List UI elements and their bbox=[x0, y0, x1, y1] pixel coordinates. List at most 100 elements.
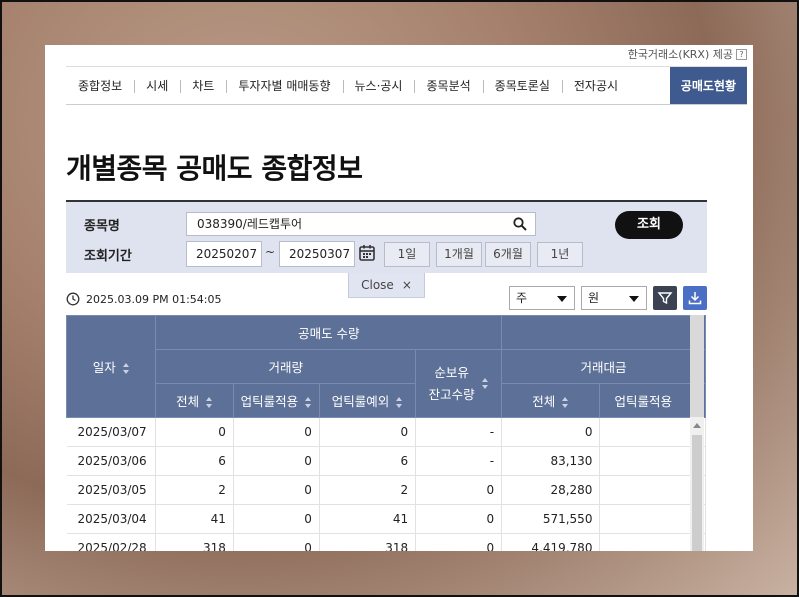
table-row: 2025/03/06 6 0 6 - 83,130 bbox=[66, 446, 706, 476]
cell-volume-exempt: 0 bbox=[319, 417, 417, 447]
cell-net-balance: - bbox=[415, 417, 503, 447]
net-balance-header[interactable]: 순보유 잔고수량 bbox=[415, 349, 503, 418]
cell-volume-total: 318 bbox=[155, 533, 234, 551]
cell-amount-total: 4,419,780 bbox=[501, 533, 601, 551]
trade-amount-group-header bbox=[501, 315, 706, 350]
period-1year-button[interactable]: 1년 bbox=[537, 242, 583, 267]
filter-button[interactable] bbox=[653, 286, 677, 310]
currency-unit-value: 원 bbox=[588, 291, 600, 305]
cell-volume-uptick: 0 bbox=[233, 475, 320, 505]
sort-icon[interactable] bbox=[562, 397, 569, 408]
data-table: 일자 공매도 수량 거래량 순보유 잔고수량 거래대금 전체 업틱룰적용 업틱룰… bbox=[66, 315, 706, 551]
tab-chart[interactable]: 차트 bbox=[180, 67, 226, 104]
amount-total-header[interactable]: 전체 bbox=[501, 383, 601, 418]
cell-net-balance: 0 bbox=[415, 533, 503, 551]
page-title: 개별종목 공매도 종합정보 bbox=[66, 152, 363, 185]
cell-amount-total: 83,130 bbox=[501, 446, 601, 476]
cell-net-balance: - bbox=[415, 446, 503, 476]
cell-amount-total: 0 bbox=[501, 417, 601, 447]
stock-tab-nav: 종합정보 시세 차트 투자자별 매매동향 뉴스·공시 종목분석 종목토론실 전자… bbox=[66, 66, 747, 105]
cell-net-balance: 0 bbox=[415, 504, 503, 534]
stock-search-value: 038390/레드캡투어 bbox=[197, 217, 303, 231]
cell-volume-uptick: 0 bbox=[233, 504, 320, 534]
help-icon[interactable]: ? bbox=[736, 48, 747, 60]
period-unit-value: 주 bbox=[516, 291, 528, 305]
currency-unit-select[interactable]: 원 bbox=[581, 286, 647, 310]
cell-date: 2025/03/05 bbox=[66, 475, 157, 505]
cell-volume-exempt: 2 bbox=[319, 475, 417, 505]
tab-analysis[interactable]: 종목분석 bbox=[414, 67, 482, 104]
cell-date: 2025/03/04 bbox=[66, 504, 157, 534]
net-balance-line2: 잔고수량 bbox=[428, 386, 475, 402]
volume-uptick-header[interactable]: 업틱룰적용 bbox=[232, 383, 320, 418]
tab-discussion[interactable]: 종목토론실 bbox=[482, 67, 562, 104]
tab-news-disclosures[interactable]: 뉴스·공시 bbox=[342, 67, 415, 104]
trade-amount-header: 거래대금 bbox=[501, 349, 706, 384]
period-unit-select[interactable]: 주 bbox=[509, 286, 575, 310]
close-label: Close bbox=[361, 278, 394, 292]
cell-volume-total: 2 bbox=[155, 475, 234, 505]
tab-short-selling[interactable]: 공매도현황 bbox=[669, 67, 747, 104]
tab-e-disclosure[interactable]: 전자공시 bbox=[561, 67, 630, 104]
filter-icon bbox=[657, 292, 673, 305]
cell-date: 2025/02/28 bbox=[66, 533, 157, 551]
cell-volume-total: 0 bbox=[155, 417, 234, 447]
download-icon bbox=[688, 292, 702, 305]
trade-volume-header: 거래량 bbox=[155, 349, 417, 384]
date-range-separator: ~ bbox=[265, 245, 276, 259]
cell-volume-exempt: 318 bbox=[319, 533, 417, 551]
table-row: 2025/03/07 0 0 0 - 0 bbox=[66, 417, 706, 447]
timestamp-row: 2025.03.09 PM 01:54:05 bbox=[66, 292, 222, 306]
download-button[interactable] bbox=[683, 286, 707, 310]
short-qty-header: 공매도 수량 bbox=[155, 315, 503, 350]
scrollbar-header-track bbox=[690, 315, 704, 417]
cell-volume-total: 6 bbox=[155, 446, 234, 476]
stock-name-label: 종목명 bbox=[84, 219, 120, 234]
close-icon: × bbox=[401, 278, 412, 292]
cell-date: 2025/03/06 bbox=[66, 446, 157, 476]
sort-icon[interactable] bbox=[305, 397, 312, 408]
stock-search-input[interactable]: 038390/레드캡투어 bbox=[186, 212, 536, 236]
vertical-scrollbar[interactable] bbox=[690, 417, 704, 551]
query-button[interactable]: 조회 bbox=[615, 211, 683, 239]
tab-quotes[interactable]: 시세 bbox=[134, 67, 180, 104]
calendar-icon[interactable] bbox=[357, 243, 377, 263]
net-balance-line1: 순보유 bbox=[434, 365, 469, 381]
cell-volume-exempt: 41 bbox=[319, 504, 417, 534]
sort-icon[interactable] bbox=[122, 363, 130, 374]
cell-volume-total: 41 bbox=[155, 504, 234, 534]
search-icon[interactable] bbox=[513, 217, 527, 231]
clock-icon bbox=[66, 292, 80, 306]
table-row: 2025/02/28 318 0 318 0 4,419,780 bbox=[66, 533, 706, 551]
period-6month-button[interactable]: 6개월 bbox=[485, 242, 531, 267]
start-date-input[interactable]: 20250207 bbox=[186, 241, 262, 267]
timestamp: 2025.03.09 PM 01:54:05 bbox=[86, 292, 222, 306]
content-panel: 한국거래소(KRX) 제공 ? 종합정보 시세 차트 투자자별 매매동향 뉴스·… bbox=[45, 45, 753, 551]
scroll-thumb[interactable] bbox=[692, 435, 702, 551]
period-label: 조회기간 bbox=[84, 249, 132, 264]
period-1month-button[interactable]: 1개월 bbox=[436, 242, 482, 267]
cell-amount-total: 28,280 bbox=[501, 475, 601, 505]
date-header[interactable]: 일자 bbox=[66, 315, 157, 418]
search-panel: 종목명 038390/레드캡투어 조회 조회기간 20250207 ~ 2025… bbox=[66, 200, 707, 273]
cell-volume-uptick: 0 bbox=[233, 446, 320, 476]
chevron-down-icon bbox=[557, 296, 567, 302]
close-search-panel-button[interactable]: Close × bbox=[348, 273, 425, 298]
cell-amount-total: 571,550 bbox=[501, 504, 601, 534]
cell-date: 2025/03/07 bbox=[66, 417, 157, 447]
tab-investor-trades[interactable]: 투자자별 매매동향 bbox=[226, 67, 342, 104]
period-1day-button[interactable]: 1일 bbox=[384, 242, 430, 267]
cell-volume-exempt: 6 bbox=[319, 446, 417, 476]
volume-exempt-header[interactable]: 업틱룰예외 bbox=[318, 383, 417, 418]
cell-net-balance: 0 bbox=[415, 475, 503, 505]
end-date-input[interactable]: 20250307 bbox=[279, 241, 355, 267]
tab-overview[interactable]: 종합정보 bbox=[66, 67, 134, 104]
sort-icon[interactable] bbox=[396, 397, 403, 408]
provider-text: 한국거래소(KRX) 제공 bbox=[627, 48, 733, 61]
sort-icon[interactable] bbox=[481, 378, 489, 389]
data-provider-note: 한국거래소(KRX) 제공 ? bbox=[628, 45, 747, 63]
scroll-up-icon[interactable] bbox=[693, 423, 701, 428]
sort-icon[interactable] bbox=[206, 397, 213, 408]
cell-volume-uptick: 0 bbox=[233, 417, 320, 447]
volume-total-header[interactable]: 전체 bbox=[155, 383, 234, 418]
